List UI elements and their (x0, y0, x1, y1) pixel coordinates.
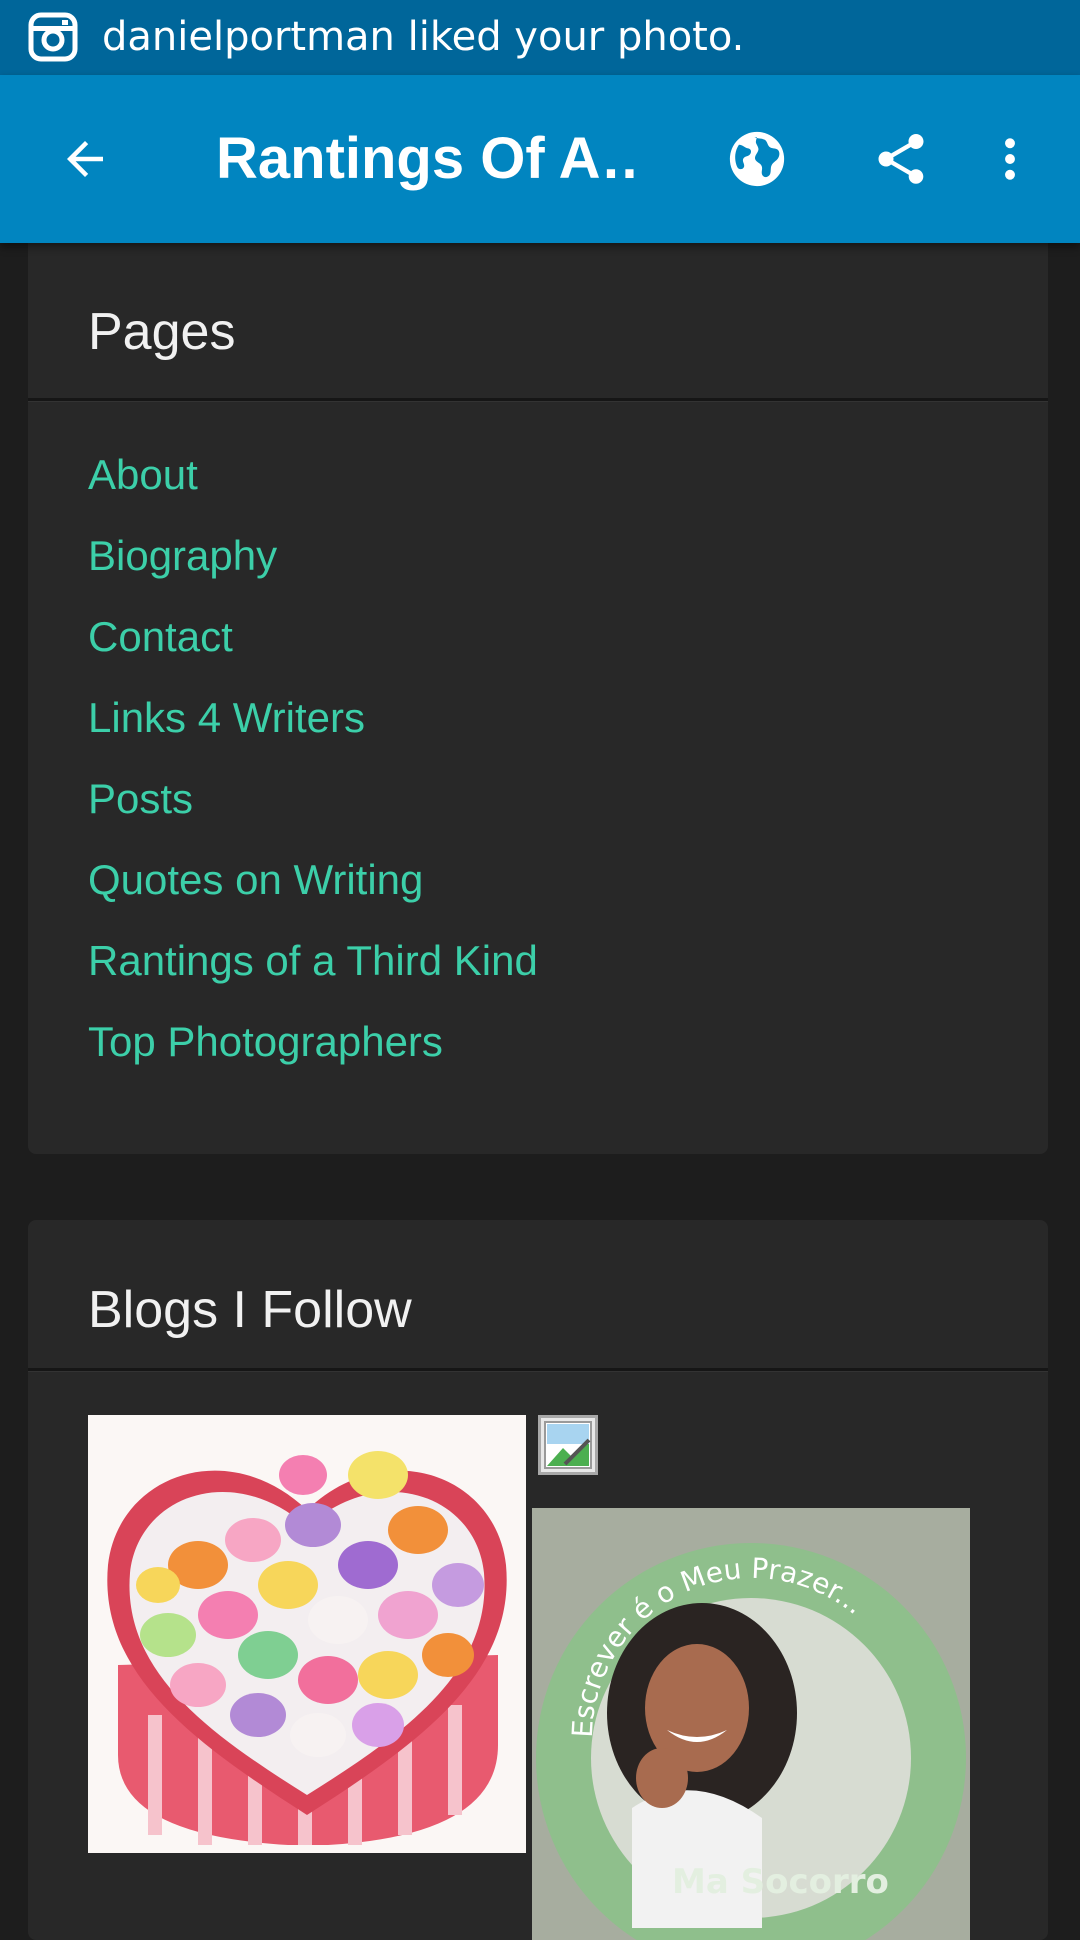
list-item: Biography (88, 529, 538, 610)
pages-widget: Pages About Biography Contact Links 4 Wr… (28, 236, 1048, 1154)
pages-list: About Biography Contact Links 4 Writers … (88, 448, 538, 1096)
more-vert-icon (1005, 138, 1015, 180)
page-link-contact[interactable]: Contact (88, 613, 233, 660)
arrow-back-icon (67, 141, 103, 177)
page-link-biography[interactable]: Biography (88, 532, 277, 579)
app-toolbar: Rantings Of A… (0, 75, 1080, 243)
back-button[interactable] (40, 75, 130, 243)
page-link-rantings-of-a-third-kind[interactable]: Rantings of a Third Kind (88, 937, 538, 984)
caption-text: Ma Socorro (672, 1862, 889, 1902)
list-item: Contact (88, 610, 538, 691)
blogs-widget-title: Blogs I Follow (88, 1281, 412, 1339)
broken-image-glyph (544, 1421, 592, 1469)
escrever-blog-image: Escrever é o Meu Prazer... Ma Socorro (532, 1508, 970, 1940)
page-link-top-photographers[interactable]: Top Photographers (88, 1018, 443, 1065)
list-item: Quotes on Writing (88, 853, 538, 934)
blogs-i-follow-widget: Blogs I Follow Escrever é o Meu Prazer..… (28, 1220, 1048, 1940)
page-link-quotes-on-writing[interactable]: Quotes on Writing (88, 856, 423, 903)
notification-text[interactable]: danielportman liked your photo. (102, 10, 744, 64)
escrever-blog-thumbnail[interactable]: Escrever é o Meu Prazer... Ma Socorro (532, 1508, 970, 1940)
list-item: About (88, 448, 538, 529)
globe-icon (729, 131, 785, 187)
list-item: Top Photographers (88, 1015, 538, 1096)
list-item: Links 4 Writers (88, 691, 538, 772)
share-button[interactable] (856, 75, 946, 243)
blogs-divider (28, 1368, 1048, 1372)
page-link-posts[interactable]: Posts (88, 775, 193, 822)
status-bar: danielportman liked your photo. (0, 0, 1080, 75)
list-item: Posts (88, 772, 538, 853)
page-link-about[interactable]: About (88, 451, 198, 498)
list-item: Rantings of a Third Kind (88, 934, 538, 1015)
toolbar-title: Rantings Of A… (216, 126, 636, 191)
pages-widget-title: Pages (88, 303, 236, 361)
open-in-browser-button[interactable] (712, 75, 802, 243)
instagram-icon (28, 12, 78, 62)
candy-hearts-image (88, 1415, 526, 1853)
more-options-button[interactable] (970, 75, 1050, 243)
share-icon (878, 134, 924, 184)
broken-image-icon[interactable] (538, 1415, 598, 1475)
pages-divider (28, 398, 1048, 402)
candy-hearts-thumbnail[interactable] (88, 1415, 526, 1853)
page-link-links-4-writers[interactable]: Links 4 Writers (88, 694, 365, 741)
